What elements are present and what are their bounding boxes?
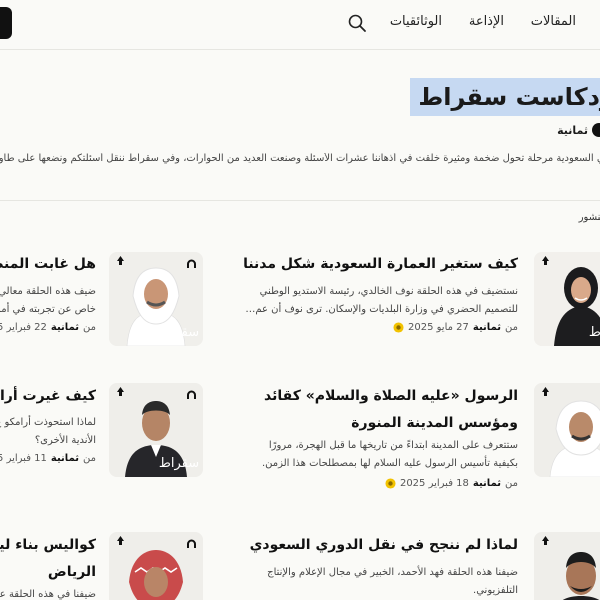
episode-thumbnail[interactable]: سقراط <box>534 252 600 346</box>
title-line: كواليس بناء ليس <box>0 537 96 553</box>
episode-meta: من ثمانية 22 فبراير 25 <box>0 322 96 333</box>
excerpt-line: ضيفنا في هذه الحلقة عبد <box>0 589 96 600</box>
episode-date: 22 فبراير 25 <box>0 322 47 333</box>
episode-thumbnail[interactable]: سقراط <box>109 252 203 346</box>
excerpt-line: ستتعرف على المدينة ابتداءً من تاريخها ما… <box>268 440 518 451</box>
excerpt-line: الأندية الأخرى؟ <box>34 435 96 446</box>
author-prefix: من <box>505 322 518 333</box>
episode-excerpt: نستضيف في هذه الحلقة نوف الخالدي، رئيسة … <box>198 283 518 319</box>
publisher-avatar <box>592 123 600 137</box>
page-title-highlight: بودكاست سقراط <box>410 78 600 116</box>
episode-excerpt: ضيفنا هذه الحلقة فهد الأحمد، الخبير في م… <box>198 564 518 600</box>
excerpt-line: نستضيف في هذه الحلقة نوف الخالدي، رئيسة … <box>259 286 518 297</box>
episode-thumbnail[interactable]: سقراط <box>534 383 600 477</box>
title-line: الرسول «عليه الصلاة والسلام» كقائد <box>264 388 518 404</box>
title-line: الرياض <box>47 564 96 580</box>
episode-date: 18 فبراير 2025 <box>399 478 469 489</box>
excerpt-line: خاص عن تجربته في أمانة <box>0 304 96 315</box>
author-prefix: من <box>505 478 518 489</box>
episode-title[interactable]: كواليس بناء ليس الرياض <box>0 532 96 586</box>
publisher-line[interactable]: ثمانية <box>557 123 600 137</box>
author-name[interactable]: ثمانية <box>473 478 501 489</box>
section-divider <box>0 200 600 201</box>
author-prefix: من <box>83 322 96 333</box>
author-name[interactable]: ثمانية <box>51 453 79 464</box>
site-header: الوثائقيات الإذاعة المقالات <box>0 0 600 50</box>
episode-excerpt: ستتعرف على المدينة ابتداءً من تاريخها ما… <box>198 437 518 473</box>
posts-count-label: منشور <box>578 212 600 223</box>
nav-radio[interactable]: الإذاعة <box>469 14 504 29</box>
excerpt-line: بكيفية تأسيس الرسول عليه السلام لها بمصط… <box>261 458 518 469</box>
search-icon[interactable] <box>347 13 367 33</box>
author-name[interactable]: ثمانية <box>51 322 79 333</box>
episode-thumbnail[interactable] <box>109 532 203 600</box>
excerpt-line: للتصميم الحضري في وزارة البلديات والإسكا… <box>245 304 518 315</box>
svg-text:سقراط: سقراط <box>159 325 199 340</box>
episode-title[interactable]: الرسول «عليه الصلاة والسلام» كقائد ومؤسس… <box>218 383 518 437</box>
svg-text:سقراط: سقراط <box>159 456 199 471</box>
excerpt-line: ضيفنا هذه الحلقة فهد الأحمد، الخبير في م… <box>267 567 518 578</box>
episode-title[interactable]: كيف غيرت أرامكو <box>0 383 96 410</box>
episode-excerpt: ضيفنا في هذه الحلقة عبد <box>0 586 96 600</box>
excerpt-line: التلفزيوني. <box>473 585 518 596</box>
publisher-name[interactable]: ثمانية <box>557 124 588 137</box>
page-title: بودكاست سقراط <box>418 83 600 111</box>
excerpt-line: لماذا استحوذت أرامكو ع <box>0 417 96 428</box>
nav-articles[interactable]: المقالات <box>531 14 576 29</box>
title-line: ومؤسس المدينة المنورة <box>351 415 518 431</box>
episode-date: 11 فبراير 25 <box>0 453 47 464</box>
episode-meta: من ثمانية 18 فبراير 2025 <box>385 478 518 489</box>
author-name[interactable]: ثمانية <box>473 322 501 333</box>
episode-excerpt: لماذا استحوذت أرامكو ع الأندية الأخرى؟ <box>0 414 96 450</box>
episode-thumbnail[interactable] <box>534 532 600 600</box>
nav-documentaries[interactable]: الوثائقيات <box>390 14 442 29</box>
sun-icon <box>393 322 404 333</box>
episode-thumbnail[interactable]: سقراط <box>109 383 203 477</box>
podcast-description: في السعودية مرحلة تحول ضخمة ومثيرة خلقت … <box>0 153 600 164</box>
menu-button[interactable] <box>0 7 12 39</box>
episode-meta: من ثمانية 11 فبراير 25 <box>0 453 96 464</box>
episode-title[interactable]: كيف ستغير العمارة السعودية شكل مدننا <box>218 251 518 278</box>
excerpt-line: ضيف هذه الحلقة معالي <box>0 286 96 297</box>
episode-date: 27 مايو 2025 <box>408 322 469 333</box>
author-prefix: من <box>83 453 96 464</box>
episode-title[interactable]: هل غابت المنطقة <box>0 251 96 278</box>
episode-meta: من ثمانية 27 مايو 2025 <box>393 322 518 333</box>
episode-title[interactable]: لماذا لم ننجح في نقل الدوري السعودي <box>198 532 518 559</box>
sun-icon <box>385 478 396 489</box>
episode-excerpt: ضيف هذه الحلقة معالي خاص عن تجربته في أم… <box>0 283 96 319</box>
svg-text:سقراط: سقراط <box>586 456 600 471</box>
svg-text:سقراط: سقراط <box>589 325 600 340</box>
